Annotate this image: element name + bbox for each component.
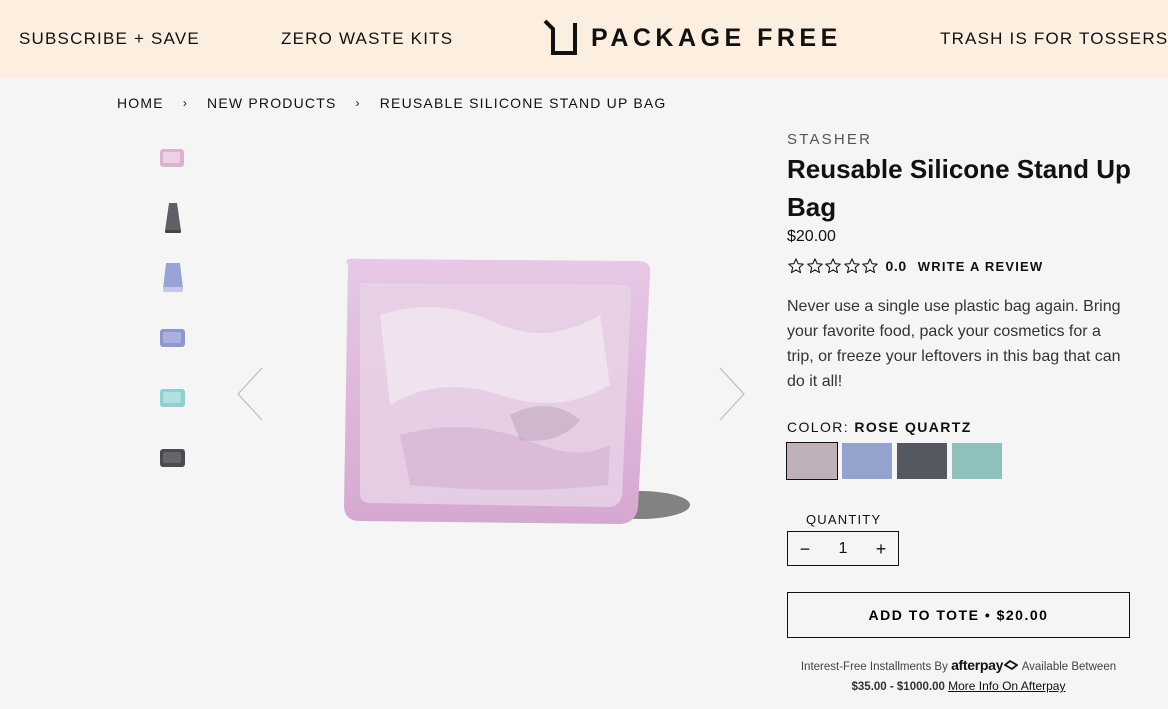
afterpay-logo: afterpay	[951, 657, 1019, 673]
gallery-thumbnail[interactable]	[155, 140, 191, 176]
selected-color-name: ROSE QUARTZ	[854, 419, 972, 435]
breadcrumb-home[interactable]: HOME	[117, 95, 164, 111]
gallery-thumbnail[interactable]	[155, 260, 191, 296]
add-to-tote-button[interactable]: ADD TO TOTE • $20.00	[787, 592, 1130, 638]
afterpay-range: $35.00 - $1000.00	[851, 681, 945, 693]
package-logo-icon	[543, 19, 577, 55]
nav-subscribe-save[interactable]: SUBSCRIBE + SAVE	[19, 29, 200, 49]
site-logo[interactable]: PACKAGE FREE	[543, 19, 842, 57]
breadcrumb-current: REUSABLE SILICONE STAND UP BAG	[379, 95, 667, 111]
quantity-increase-button[interactable]: +	[874, 540, 888, 558]
product-title: Reusable Silicone Stand Up Bag	[787, 154, 1131, 222]
logo-text: PACKAGE FREE	[591, 23, 842, 52]
color-swatch-aqua[interactable]	[952, 443, 1002, 479]
breadcrumb-new-products[interactable]: NEW PRODUCTS	[207, 95, 337, 111]
afterpay-middle: Available Between	[1021, 661, 1117, 673]
quantity-label: QUANTITY	[806, 512, 882, 527]
bag-thumbnail-image	[163, 263, 183, 292]
color-label: COLOR: ROSE QUARTZ	[787, 419, 972, 435]
main-product-image[interactable]	[320, 245, 700, 540]
afterpay-loop-icon	[1004, 660, 1019, 670]
gallery-thumbnail[interactable]	[155, 200, 191, 236]
afterpay-logo-text: afterpay	[951, 657, 1004, 673]
quantity-value[interactable]: 1	[839, 540, 848, 558]
afterpay-more-info-link[interactable]: More Info On Afterpay	[948, 679, 1065, 693]
nav-trash-is-for-tossers[interactable]: TRASH IS FOR TOSSERS	[940, 29, 1168, 49]
bag-thumbnail-image	[160, 449, 185, 467]
gallery-thumbnail[interactable]	[155, 380, 191, 416]
gallery-thumbnail[interactable]	[155, 440, 191, 476]
star-icon[interactable]	[843, 257, 861, 275]
rating-value: 0.0	[885, 258, 907, 274]
bag-thumbnail-image	[160, 149, 184, 167]
breadcrumb: HOME › NEW PRODUCTS › REUSABLE SILICONE …	[117, 95, 667, 111]
product-price: $20.00	[787, 228, 836, 245]
star-icon[interactable]	[806, 257, 824, 275]
color-swatch-rose-quartz[interactable]	[786, 442, 838, 480]
afterpay-info: Interest-Free Installments By afterpay A…	[787, 656, 1130, 697]
breadcrumb-separator: ›	[355, 96, 361, 110]
site-header: SUBSCRIBE + SAVE ZERO WASTE KITS PACKAGE…	[0, 0, 1168, 78]
color-swatch-slate-gray[interactable]	[897, 443, 947, 479]
rose-quartz-bag-image	[344, 258, 690, 524]
product-brand[interactable]: STASHER	[787, 131, 872, 148]
rating-row: 0.0 WRITE A REVIEW	[787, 257, 1043, 275]
chevron-left-icon[interactable]	[236, 366, 266, 422]
star-icon[interactable]	[787, 257, 805, 275]
product-description: Never use a single use plastic bag again…	[787, 298, 1121, 390]
afterpay-prefix: Interest-Free Installments By	[800, 661, 948, 673]
breadcrumb-separator: ›	[182, 96, 189, 110]
gallery-thumbnail[interactable]	[155, 320, 191, 356]
star-icon[interactable]	[824, 257, 842, 275]
color-swatch-lavender[interactable]	[842, 443, 892, 479]
bag-thumbnail-image	[160, 389, 185, 407]
quantity-decrease-button[interactable]: −	[798, 540, 812, 558]
quantity-stepper: − 1 +	[787, 531, 899, 566]
nav-zero-waste-kits[interactable]: ZERO WASTE KITS	[281, 29, 453, 49]
bag-thumbnail-image	[160, 329, 185, 347]
color-label-prefix: COLOR:	[787, 419, 850, 435]
write-review-link[interactable]: WRITE A REVIEW	[918, 259, 1044, 274]
bag-thumbnail-image	[165, 203, 181, 233]
chevron-right-icon[interactable]	[716, 366, 746, 422]
star-icon[interactable]	[861, 257, 879, 275]
star-rating[interactable]	[787, 257, 880, 275]
